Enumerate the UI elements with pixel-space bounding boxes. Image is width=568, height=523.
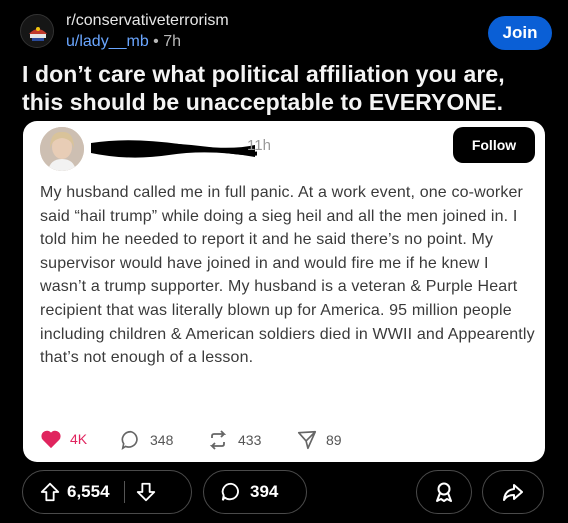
comments-button[interactable]: 394 (203, 470, 307, 514)
vote-count: 6,554 (67, 482, 110, 501)
post-meta: u/lady__mb • 7h (66, 33, 181, 51)
vote-bar: 6,554 (22, 470, 192, 514)
embedded-post-text: My husband called me in full panic. At a… (40, 184, 535, 367)
join-button[interactable]: Join (488, 16, 552, 50)
comment-count: 394 (250, 482, 279, 501)
author-username[interactable]: u/lady__mb (66, 33, 149, 50)
post-title: I don’t care what political affiliation … (22, 61, 505, 115)
award-button[interactable] (416, 470, 472, 514)
follow-button[interactable]: Follow (453, 127, 535, 163)
downvote-icon[interactable] (135, 481, 157, 503)
subreddit-avatar[interactable] (20, 14, 54, 48)
embedded-screenshot: 11h Follow My husband called me in full … (23, 121, 545, 462)
like-count: 4K (70, 431, 88, 447)
embedded-stats: 4K 348 433 89 (40, 429, 520, 453)
post-header: r/conservativeterrorism u/lady__mb • 7h … (14, 6, 554, 56)
upvote-icon[interactable] (39, 481, 61, 503)
repost-stat: 433 (206, 429, 261, 451)
reply-bubble-icon (121, 430, 138, 451)
share-button[interactable] (482, 470, 544, 514)
repost-count: 433 (238, 432, 262, 448)
like-stat: 4K (40, 429, 87, 449)
reply-count: 348 (150, 432, 174, 448)
repost-icon (209, 430, 227, 450)
share-count: 89 (326, 432, 342, 448)
post-age: 7h (163, 33, 182, 50)
share-icon (503, 484, 523, 501)
award-icon (436, 482, 452, 502)
subreddit-name[interactable]: r/conservativeterrorism (66, 12, 229, 30)
meta-separator: • (153, 33, 159, 50)
share-stat: 89 (296, 429, 342, 451)
reply-stat: 348 (120, 429, 173, 451)
vote-divider (123, 481, 125, 503)
redaction-scribble (91, 140, 257, 158)
author-avatar (40, 127, 84, 171)
heart-icon (41, 430, 61, 449)
comment-icon (221, 482, 239, 501)
send-icon (297, 430, 317, 450)
embedded-time: 11h (247, 137, 271, 154)
